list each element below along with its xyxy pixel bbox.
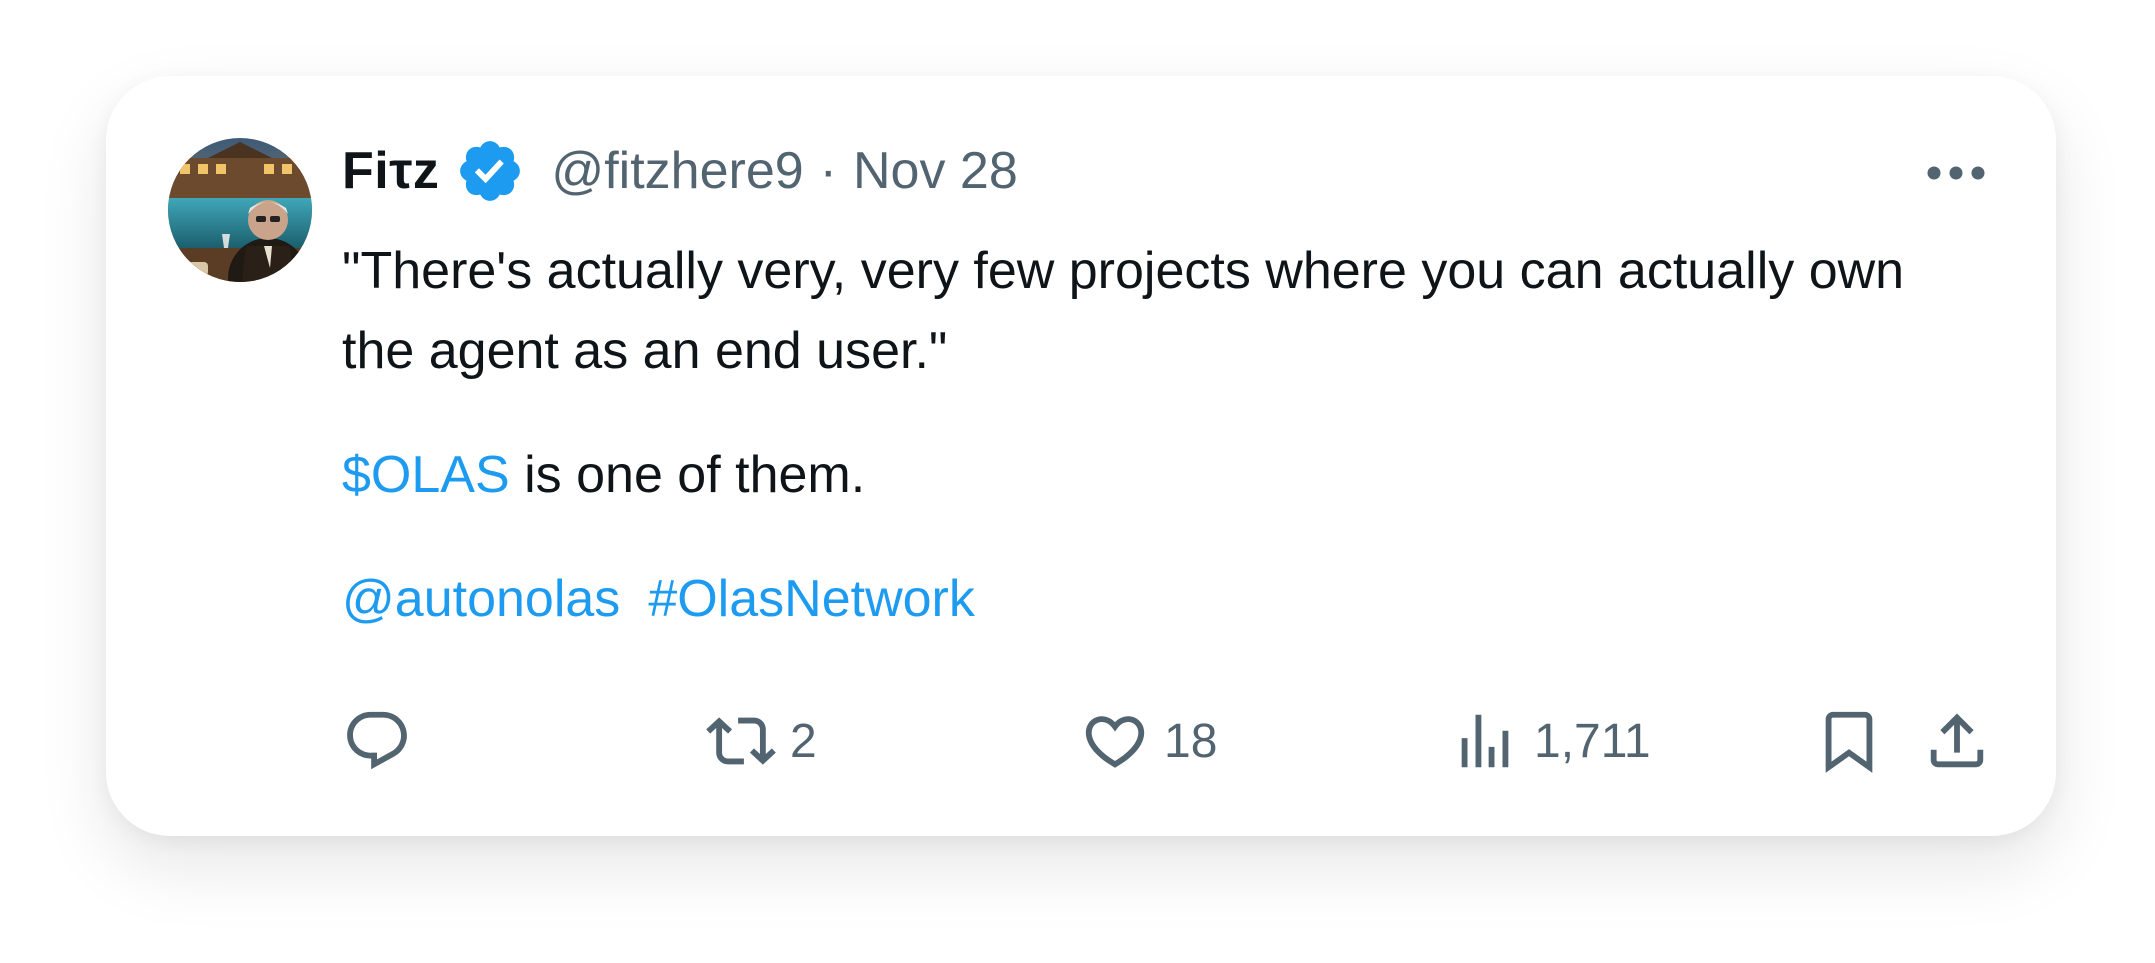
more-options-icon[interactable] [1926,148,1986,198]
verified-badge-icon[interactable] [455,136,525,206]
mention-link[interactable]: @autonolas [342,570,620,628]
tweet-date[interactable]: Nov 28 [853,141,1018,201]
retweet-button[interactable]: 2 [706,698,817,784]
tweet-text: "There's actually very, very few project… [342,231,1982,639]
views-button[interactable]: 1,711 [1450,698,1651,784]
like-button[interactable]: 18 [1080,698,1217,784]
bookmark-button[interactable] [1814,698,1884,784]
like-count: 18 [1164,714,1218,768]
retweet-count: 2 [790,714,817,768]
share-icon [1922,706,1992,776]
tweet-card: Fiτz @fitzhere9 · Nov 28 "There's actual… [106,76,2056,836]
separator-dot: · [819,142,837,200]
views-icon [1450,706,1520,776]
action-bar: 2 18 1,711 [342,698,1984,784]
bookmark-icon [1814,706,1884,776]
cashtag-link[interactable]: $OLAS [342,446,510,504]
author-handle[interactable]: @fitzhere9 [551,141,803,201]
reply-button[interactable] [342,698,426,784]
views-count: 1,711 [1534,714,1651,768]
retweet-icon [706,706,776,776]
author-name[interactable]: Fiτz [342,141,439,201]
heart-icon [1080,706,1150,776]
hashtag-link[interactable]: #OlasNetwork [648,570,975,628]
tweet-quote: "There's actually very, very few project… [342,242,1905,380]
avatar[interactable] [168,138,312,282]
olas-line-text: is one of them. [509,446,866,504]
tweet-tags: @autonolas #OlasNetwork [342,559,1982,639]
tweet-header: Fiτz @fitzhere9 · Nov 28 [342,136,1018,206]
share-button[interactable] [1922,698,1992,784]
tweet-olas-line: $OLAS is one of them. [342,435,1982,515]
reply-icon [342,706,412,776]
